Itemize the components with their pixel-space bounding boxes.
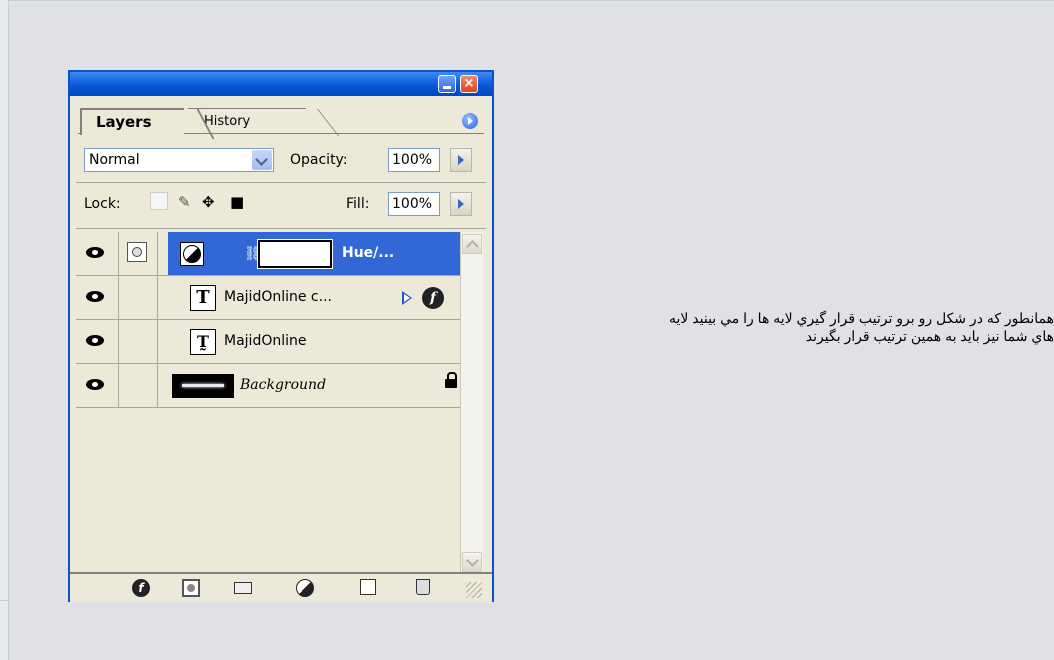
adjustment-layer-icon	[180, 242, 204, 266]
resize-grip-icon[interactable]	[466, 582, 482, 598]
layer-row[interactable]: ⛓ Hue/...	[76, 232, 462, 276]
mask-link-cell[interactable]	[119, 232, 158, 275]
opacity-label: Opacity:	[290, 152, 348, 168]
instruction-text: همانطور که در شکل رو برو ترتيب قرار گيري…	[534, 309, 1054, 345]
link-cell[interactable]	[119, 320, 158, 363]
mask-thumbnail	[257, 239, 333, 269]
layer-row[interactable]: T̰ MajidOnline	[76, 320, 462, 364]
eye-icon	[86, 335, 104, 346]
tab-layers[interactable]: Layers	[80, 108, 184, 135]
visibility-toggle[interactable]	[76, 320, 119, 363]
layer-name: MajidOnline	[224, 333, 307, 349]
palette-menu-arrow-icon[interactable]	[462, 113, 478, 129]
eye-icon	[86, 247, 104, 258]
text-layer-icon: T	[190, 285, 216, 311]
scroll-down-icon[interactable]	[462, 552, 482, 572]
layer-content[interactable]: T MajidOnline c... f	[168, 276, 462, 319]
lock-move-icon[interactable]: ✥	[202, 192, 215, 212]
layer-content[interactable]: Background	[168, 364, 462, 407]
layer-effects-icon: f	[422, 287, 444, 309]
visibility-toggle[interactable]	[76, 364, 119, 407]
layers-list: ⛓ Hue/... T MajidOnline c... f T̰ MajidO…	[76, 232, 462, 572]
eye-icon	[86, 291, 104, 302]
fill-label: Fill:	[346, 196, 370, 212]
palette-titlebar[interactable]: ×	[70, 72, 492, 96]
divider	[76, 228, 486, 229]
add-layer-mask-icon[interactable]	[182, 579, 200, 597]
lock-transparency-icon[interactable]	[150, 192, 168, 210]
new-layer-icon[interactable]	[360, 579, 376, 595]
expand-effects-icon[interactable]	[402, 291, 412, 305]
layer-name: MajidOnline c...	[224, 289, 332, 305]
new-layer-set-icon[interactable]	[234, 582, 252, 594]
scroll-up-icon[interactable]	[462, 234, 482, 254]
blend-mode-select[interactable]: Normal	[84, 148, 274, 172]
divider	[76, 182, 486, 183]
minimize-icon[interactable]	[438, 75, 456, 93]
layers-palette-screenshot: × Layers History Normal Opacity: 100% Lo…	[68, 70, 494, 602]
chain-link-icon: ⛓	[244, 246, 262, 262]
palette-bottom-toolbar: f	[70, 572, 492, 602]
chevron-down-icon[interactable]	[252, 150, 272, 170]
opacity-arrow-icon[interactable]	[450, 148, 472, 172]
instruction-line-2: هاي شما نيز بايد به همين ترتيب قرار بگير…	[805, 328, 1054, 344]
opacity-field[interactable]: 100%	[388, 148, 440, 172]
delete-layer-icon[interactable]	[416, 579, 430, 595]
tab-history[interactable]: History	[188, 108, 306, 133]
instruction-line-1: همانطور که در شکل رو برو ترتيب قرار گيري…	[669, 310, 1054, 326]
lock-brush-icon[interactable]: ✎	[178, 192, 191, 212]
frame-divider	[0, 600, 8, 601]
layer-row[interactable]: Background	[76, 364, 462, 408]
link-cell[interactable]	[119, 276, 158, 319]
background-thumbnail	[172, 374, 234, 398]
lock-icon	[445, 372, 457, 389]
visibility-toggle[interactable]	[76, 276, 119, 319]
fill-field[interactable]: 100%	[388, 192, 440, 216]
fill-arrow-icon[interactable]	[450, 192, 472, 216]
lock-all-icon[interactable]: ■	[230, 192, 244, 212]
link-cell[interactable]	[119, 364, 158, 407]
eye-icon	[86, 379, 104, 390]
add-layer-style-icon[interactable]: f	[132, 579, 150, 597]
layer-name: Background	[240, 377, 327, 393]
lock-label: Lock:	[84, 196, 121, 212]
close-icon[interactable]: ×	[460, 75, 478, 93]
content-frame-top	[0, 0, 1054, 1]
warped-text-layer-icon: T̰	[190, 329, 216, 355]
layer-row[interactable]: T MajidOnline c... f	[76, 276, 462, 320]
layer-mask-icon	[127, 242, 147, 262]
blend-mode-value: Normal	[89, 152, 140, 168]
layer-name: Hue/...	[342, 245, 395, 261]
layer-content[interactable]: T̰ MajidOnline	[168, 320, 462, 363]
layers-scrollbar[interactable]	[460, 232, 483, 574]
new-adjustment-layer-icon[interactable]	[296, 579, 314, 597]
visibility-toggle[interactable]	[76, 232, 119, 275]
layer-content[interactable]: ⛓ Hue/...	[168, 232, 462, 275]
content-frame-left	[0, 0, 9, 660]
